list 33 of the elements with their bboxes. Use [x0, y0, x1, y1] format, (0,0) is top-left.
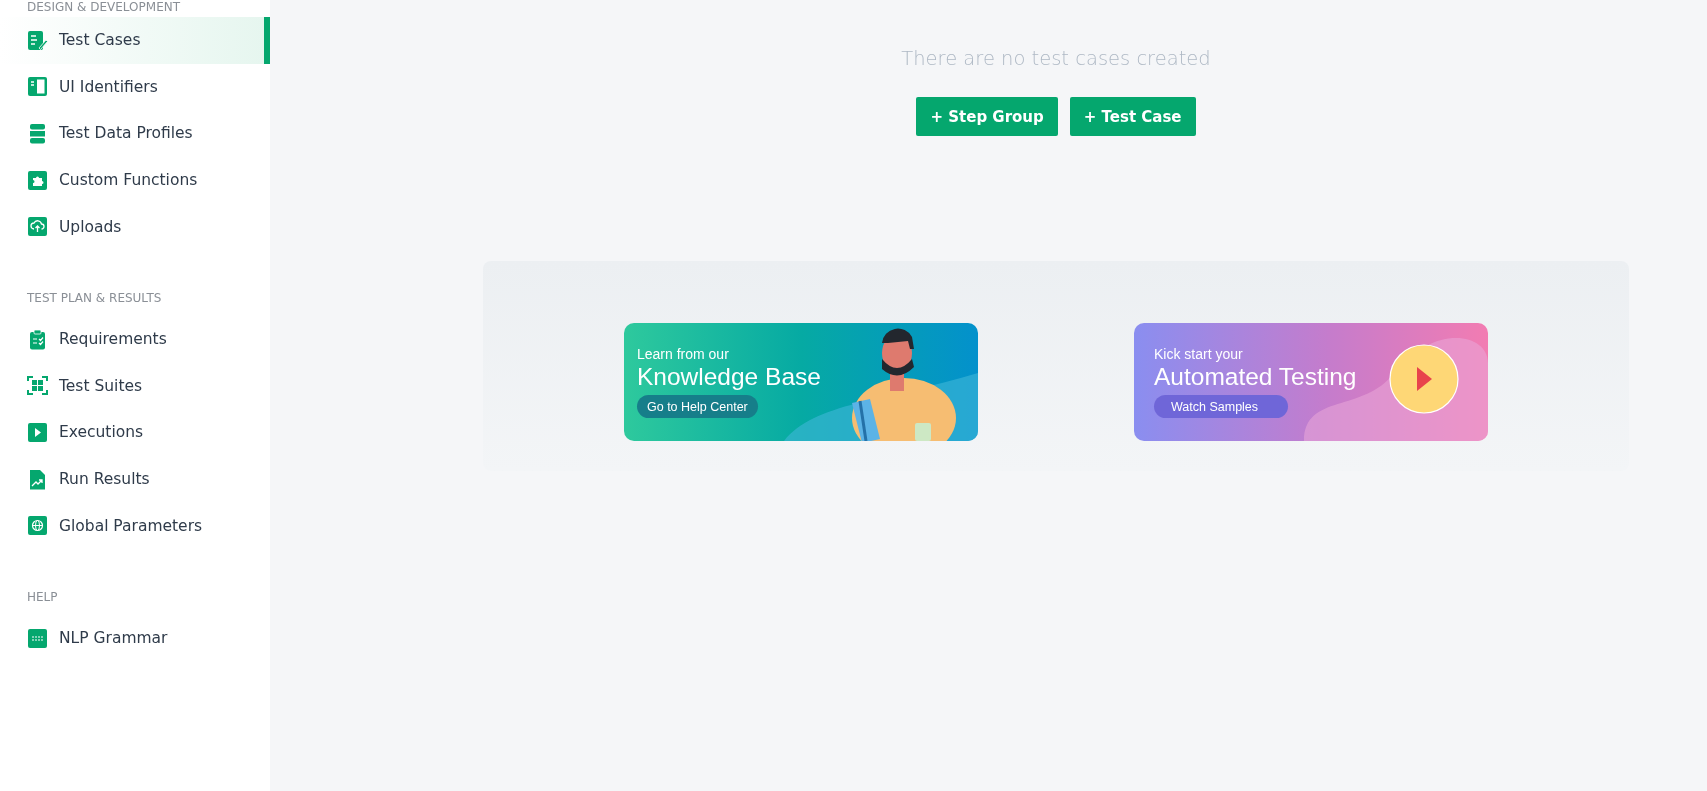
banner-kicker: Kick start your [1154, 346, 1243, 362]
empty-message: There are no test cases created [901, 47, 1211, 70]
banner-title: Knowledge Base [637, 363, 821, 391]
promo-banner[interactable]: Kick start your Automated Testing Watch Samples [1134, 323, 1488, 441]
section-heading: HELP [26, 588, 59, 606]
panel-icon [27, 76, 48, 98]
sidebar-item[interactable]: Global Parameters [0, 502, 270, 549]
database-icon [27, 123, 48, 144]
sidebar-item[interactable]: NLP Grammar [0, 614, 270, 662]
sidebar-item[interactable]: Run Results [0, 455, 270, 503]
chart-file-icon [27, 468, 48, 490]
globe-icon [27, 515, 48, 537]
checklist-pen-icon [27, 29, 48, 51]
sidebar-item[interactable]: Executions [0, 409, 270, 456]
play-icon [27, 421, 48, 443]
sidebar-item[interactable]: UI Identifiers [0, 63, 270, 111]
cloud-upload-icon [27, 216, 48, 238]
sidebar-item[interactable]: Uploads [0, 203, 270, 250]
banner-title: Automated Testing [1154, 363, 1357, 391]
sidebar-item[interactable]: Test Suites [0, 362, 270, 410]
banner-kicker: Learn from our [637, 346, 729, 362]
banner-button[interactable]: Go to Help Center [637, 395, 758, 418]
sidebar-item[interactable]: Test Data Profiles [0, 110, 270, 157]
section-heading: DESIGN & DEVELOPMENT [26, 0, 182, 15]
play-icon[interactable] [1389, 344, 1459, 414]
puzzle-icon [27, 169, 48, 191]
sidebar-item[interactable]: Requirements [0, 315, 270, 363]
banner-button[interactable]: Watch Samples [1154, 395, 1288, 418]
clipboard-check-icon [27, 328, 48, 350]
sidebar-item[interactable]: Custom Functions [0, 156, 270, 204]
section-heading: TEST PLAN & RESULTS [26, 289, 163, 307]
promo-banner[interactable]: Learn from our Knowledge Base Go to Help Center [624, 323, 978, 441]
grid-frame-icon [27, 375, 48, 397]
